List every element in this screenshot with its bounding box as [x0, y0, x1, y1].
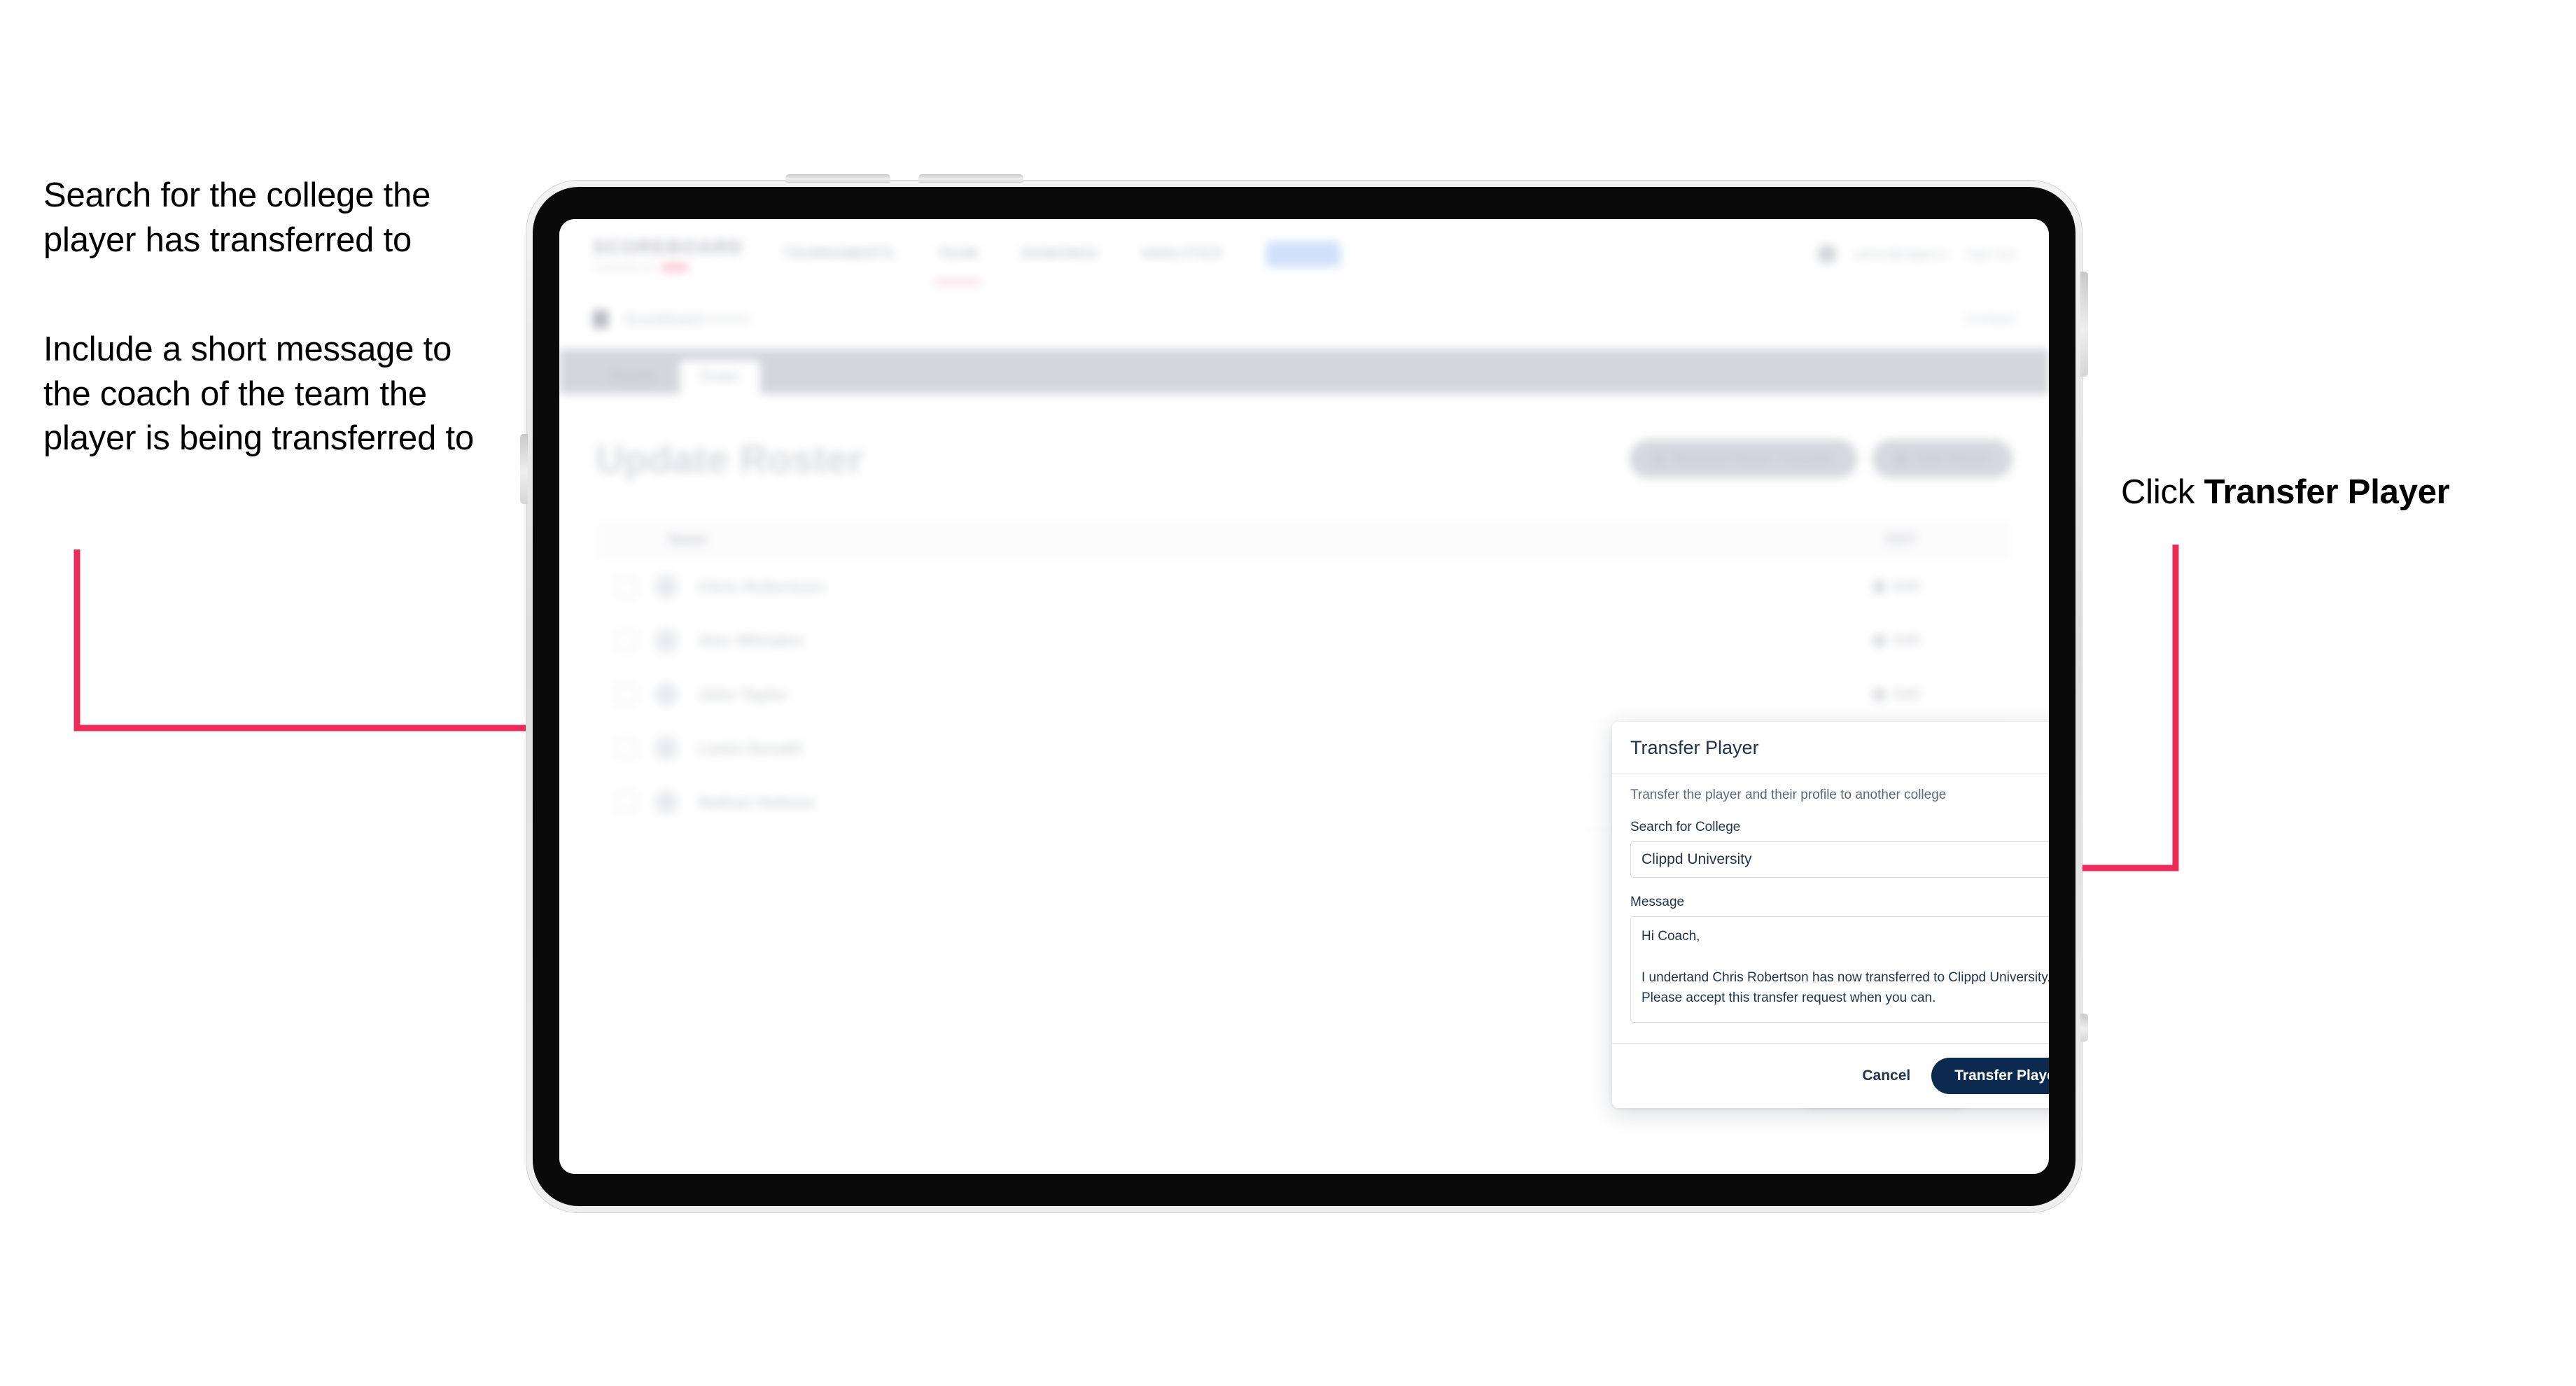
player-name: Chris Robertson [698, 577, 825, 596]
annotation-click-target: Transfer Player [2204, 473, 2450, 511]
pencil-icon [1870, 578, 1888, 596]
volume-up-button[interactable] [785, 174, 890, 183]
column-header-edit: EDIT [1885, 532, 1917, 547]
breadcrumb-contact-link[interactable]: Contact [1965, 311, 2015, 328]
tablet-device: SCOREBOARD POWERED BY TOURNAMENTS TEAM R… [520, 174, 2088, 1212]
nav-item-tournaments[interactable]: TOURNAMENTS [783, 246, 894, 262]
breadcrumb-primary[interactable]: Scoreboard [624, 310, 704, 328]
college-field-label: Search for College [1630, 820, 1741, 834]
nav-item-analytics[interactable]: ANALYTICS [1142, 246, 1223, 262]
annotation-include-message: Include a short message to the coach of … [43, 330, 474, 458]
player-name: Nathan Holmes [698, 792, 816, 811]
table-row[interactable]: Alex Whitaker Edit [596, 614, 2012, 668]
power-button[interactable] [520, 434, 528, 504]
team-badge-icon [593, 310, 608, 328]
message-field-label: Message [1630, 895, 1685, 909]
app-tabs: Rounds Roster [559, 349, 2049, 394]
user-email: admin@clippd.io [1854, 246, 1948, 261]
row-edit-label: Edit [1893, 578, 1920, 594]
dialog-footer: Cancel Transfer Player [1612, 1043, 2049, 1108]
logo-accent-badge [662, 262, 689, 272]
player-name: John Taylor [698, 685, 788, 704]
player-name: Alex Whitaker [698, 631, 805, 650]
player-avatar [654, 790, 678, 814]
player-avatar [654, 682, 678, 706]
roster-table-header: Name EDIT [596, 521, 2012, 560]
row-checkbox[interactable] [615, 684, 636, 705]
table-row[interactable]: Chris Robertson Edit [596, 560, 2012, 614]
app-header: SCOREBOARD POWERED BY TOURNAMENTS TEAM R… [559, 219, 2049, 290]
transfer-player-dialog: Transfer Player ✕ Transfer the player an… [1612, 722, 2049, 1108]
request-player-transfer-button[interactable]: Request Player Transfer [1629, 440, 1857, 478]
avatar[interactable] [1816, 244, 1837, 264]
row-edit-action[interactable]: Edit [1870, 631, 1920, 650]
message-textarea[interactable] [1630, 916, 2049, 1023]
row-checkbox[interactable] [615, 576, 636, 597]
transfer-player-button[interactable]: Transfer Player [1931, 1058, 2049, 1094]
column-header-name: Name [668, 532, 707, 547]
dialog-body: Transfer the player and their profile to… [1612, 774, 2049, 1043]
nav-item-admin[interactable]: ADMIN [1266, 241, 1340, 267]
app-user-area: admin@clippd.io Sign Out [1816, 244, 2015, 264]
player-avatar [654, 575, 678, 598]
tab-rounds[interactable]: Rounds [589, 360, 677, 394]
row-edit-label: Edit [1893, 632, 1920, 648]
transfer-icon [1653, 453, 1665, 465]
row-checkbox[interactable] [615, 630, 636, 651]
nav-item-team[interactable]: TEAM [934, 246, 981, 284]
page-actions: Request Player Transfer Add Player [1629, 440, 2012, 478]
logo-subtitle: POWERED BY [593, 262, 723, 272]
table-row[interactable]: John Taylor Edit [596, 668, 2012, 722]
volume-down-button[interactable] [918, 174, 1023, 183]
pencil-icon [1870, 631, 1888, 650]
row-checkbox[interactable] [615, 792, 636, 813]
logo-subtitle-text: POWERED BY [593, 262, 657, 272]
player-avatar [654, 629, 678, 652]
breadcrumb-secondary: Admin [706, 310, 751, 328]
tablet-screen: SCOREBOARD POWERED BY TOURNAMENTS TEAM R… [559, 219, 2049, 1174]
row-edit-label: Edit [1893, 686, 1920, 702]
row-edit-action[interactable]: Edit [1870, 578, 1920, 596]
plus-icon [1896, 453, 1907, 465]
request-player-transfer-label: Request Player Transfer [1672, 451, 1833, 466]
annotation-click-prefix: Click [2121, 473, 2204, 511]
logo-wordmark: SCOREBOARD [593, 236, 744, 258]
annotation-search-college: Search for the college the player has tr… [43, 176, 431, 259]
row-edit-action[interactable]: Edit [1870, 685, 1920, 704]
row-checkbox[interactable] [615, 738, 636, 759]
breadcrumb-text: Scoreboard Admin [624, 310, 750, 328]
pencil-icon [1870, 685, 1888, 704]
dialog-description: Transfer the player and their profile to… [1630, 788, 1947, 802]
side-connector-top [2080, 272, 2088, 377]
add-player-button[interactable]: Add Player [1872, 440, 2012, 478]
side-connector-bottom [2080, 1014, 2088, 1042]
search-college-input[interactable] [1630, 841, 2049, 878]
dialog-title: Transfer Player [1630, 737, 1759, 758]
app-logo[interactable]: SCOREBOARD POWERED BY [593, 236, 744, 272]
tab-roster[interactable]: Roster [679, 360, 761, 394]
app-primary-nav: TOURNAMENTS TEAM RANKINGS ANALYTICS ADMI… [783, 241, 1340, 284]
player-name: Lewis Donald [698, 738, 802, 757]
nav-item-rankings[interactable]: RANKINGS [1021, 246, 1098, 262]
page-title: Update Roster [596, 437, 864, 481]
dialog-header: Transfer Player ✕ [1612, 722, 2049, 774]
sign-out-link[interactable]: Sign Out [1966, 247, 2015, 262]
page-title-row: Update Roster Request Player Transfer Ad… [596, 436, 2012, 482]
tablet-bezel: SCOREBOARD POWERED BY TOURNAMENTS TEAM R… [533, 187, 2076, 1206]
add-player-label: Add Player [1915, 451, 1989, 466]
cancel-button[interactable]: Cancel [1859, 1063, 1913, 1088]
annotation-click-transfer-player: Click Transfer Player [2121, 470, 2555, 515]
player-avatar [654, 736, 678, 760]
breadcrumb: Scoreboard Admin Contact [559, 290, 2049, 349]
